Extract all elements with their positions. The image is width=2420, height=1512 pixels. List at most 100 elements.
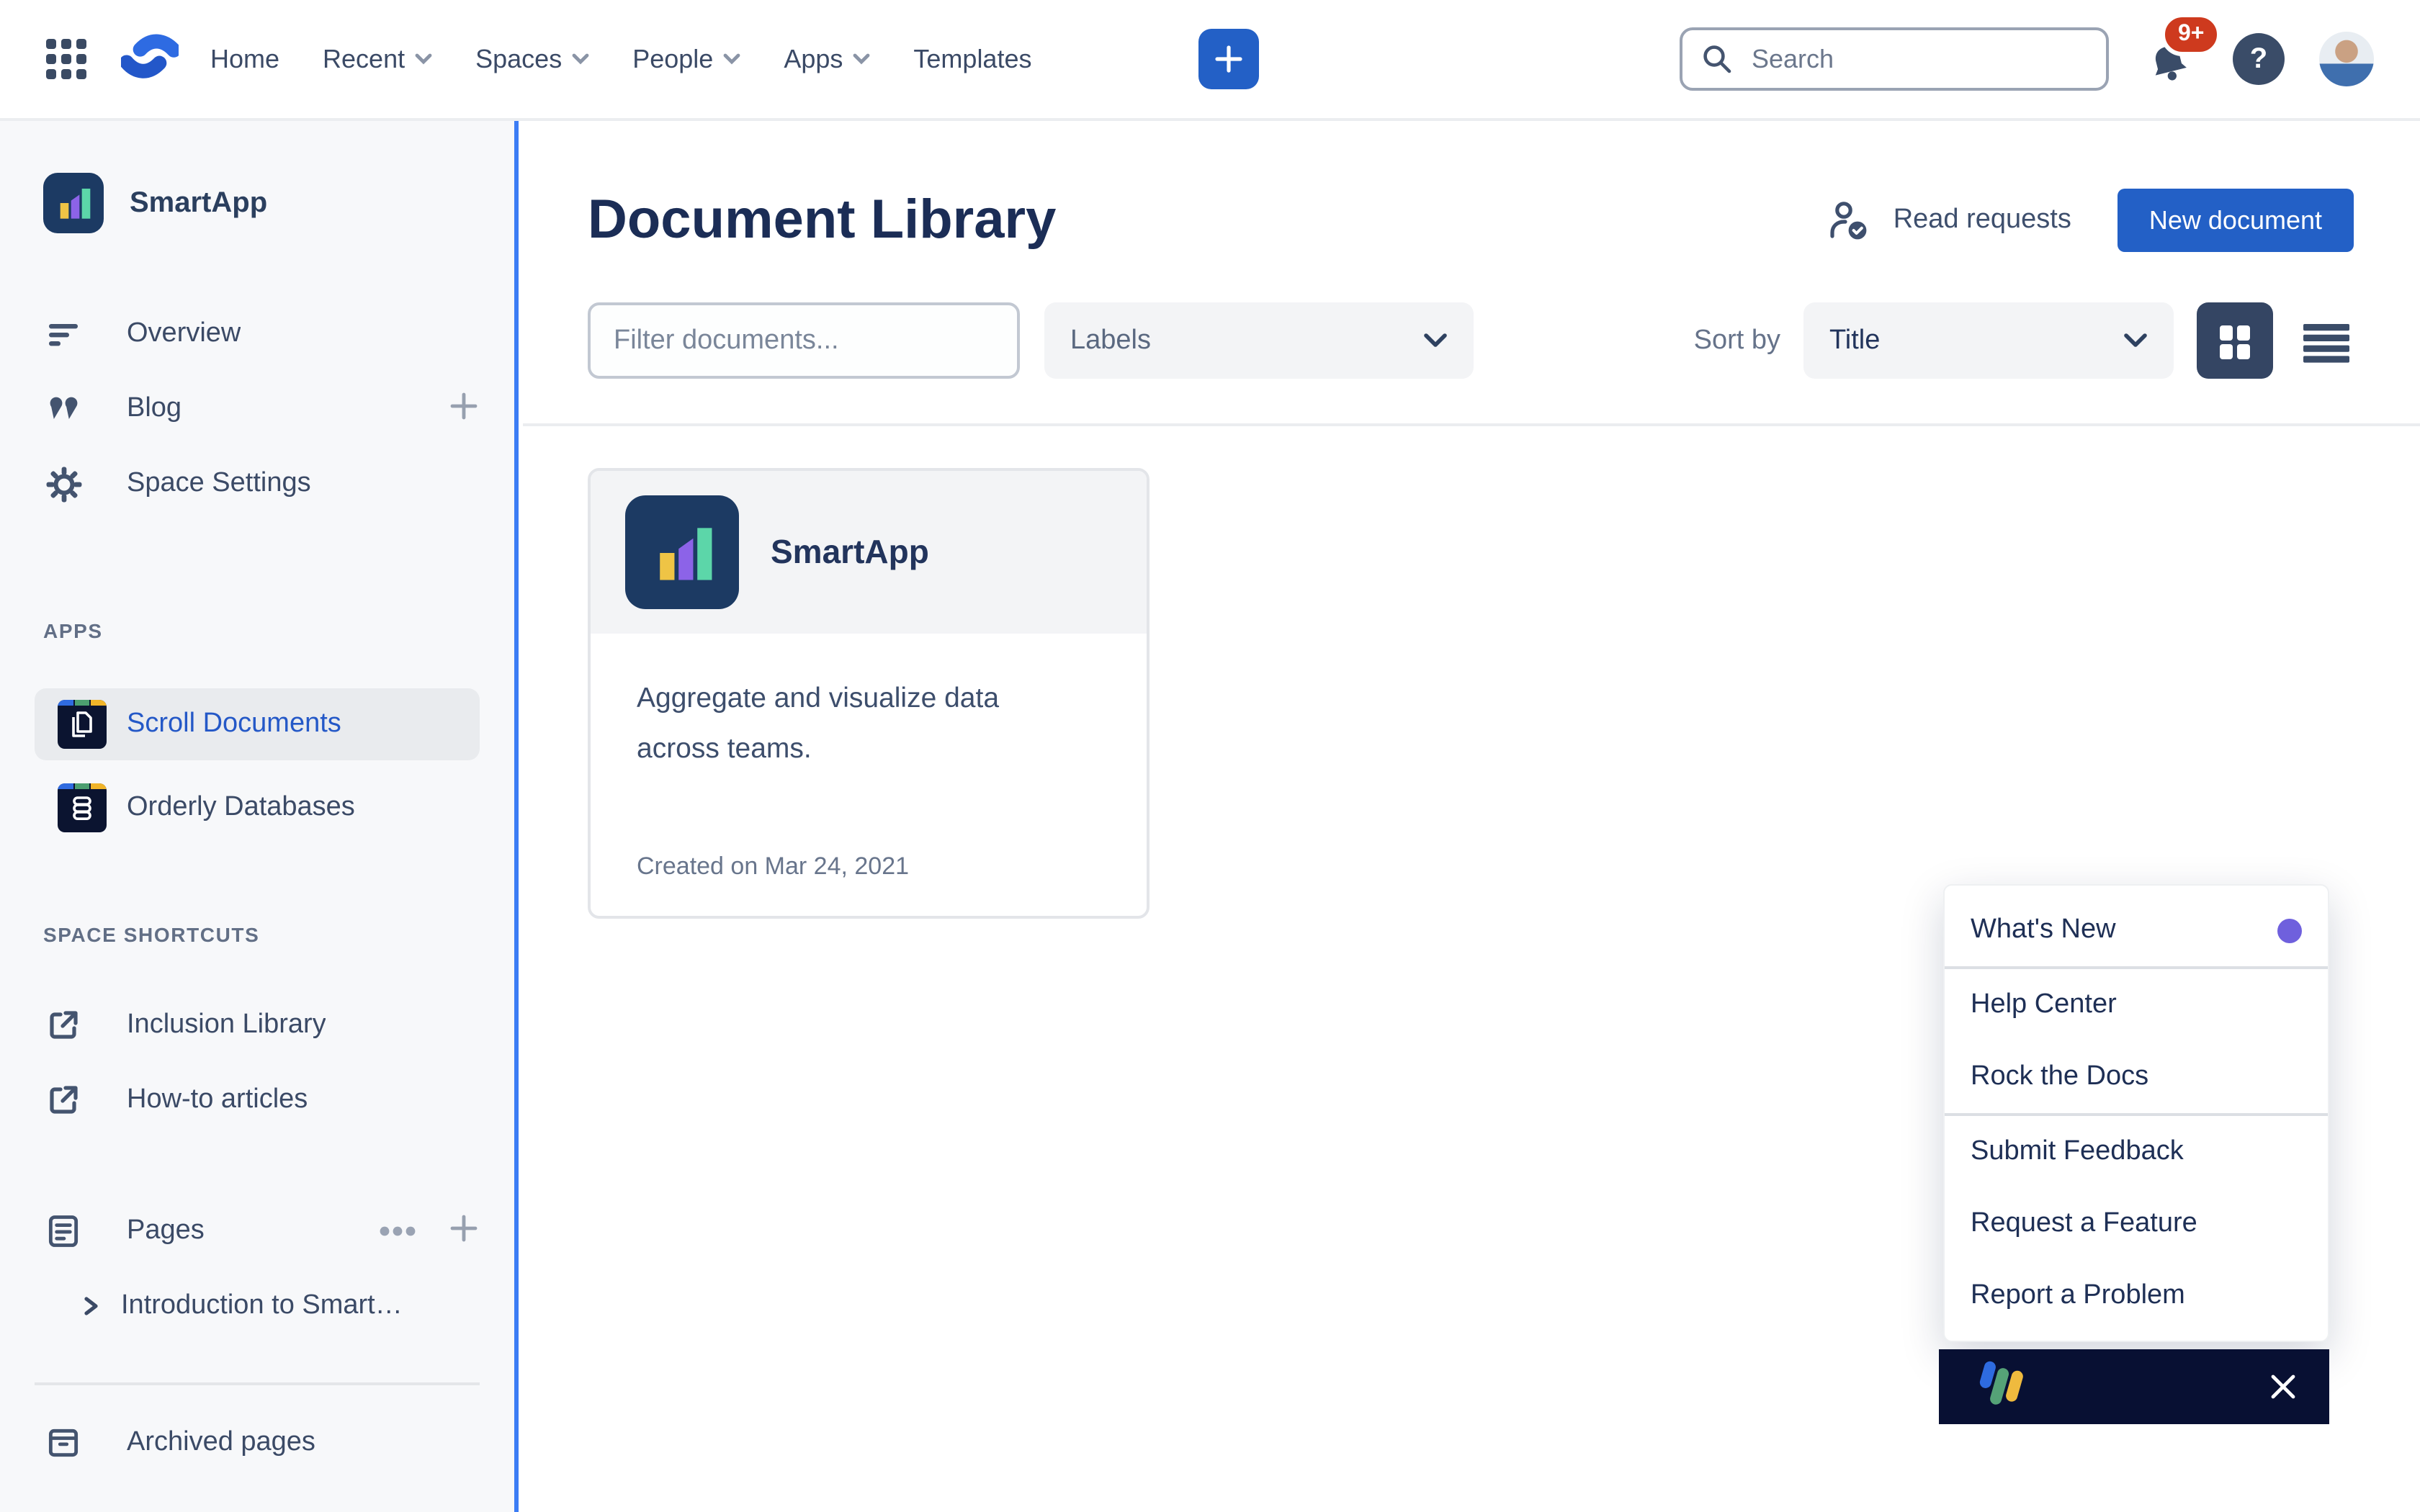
grid-view-icon <box>2215 321 2254 360</box>
space-header[interactable]: SmartApp <box>0 121 514 233</box>
create-button[interactable] <box>1199 29 1260 89</box>
sidebar-item-label: Scroll Documents <box>127 708 341 740</box>
sidebar-item-label: Overview <box>127 318 241 350</box>
sidebar-item-label: Orderly Databases <box>127 792 355 824</box>
page-title: Document Library <box>588 184 1056 256</box>
sort-select[interactable]: Title <box>1803 302 2174 379</box>
new-document-button[interactable]: New document <box>2118 189 2354 252</box>
sidebar-item-how-to-articles[interactable]: How-to articles <box>0 1063 514 1138</box>
space-shortcuts-heading: SPACE SHORTCUTS <box>43 923 480 946</box>
nav-recent[interactable]: Recent <box>323 44 432 74</box>
menu-item-submit-feedback[interactable]: Submit Feedback <box>1945 1116 2328 1188</box>
pages-more-button[interactable] <box>379 1218 416 1244</box>
pages-section: Pages Introduction to Smart… <box>0 1194 514 1344</box>
notification-badge: 9+ <box>2161 13 2222 55</box>
menu-item-rock-the-docs[interactable]: Rock the Docs <box>1945 1041 2328 1113</box>
search-icon <box>1700 42 1734 76</box>
chevron-down-icon <box>415 53 432 65</box>
read-requests-button[interactable]: Read requests <box>1827 199 2071 242</box>
labels-filter-select[interactable]: Labels <box>1044 302 1474 379</box>
add-page-button[interactable] <box>448 1212 480 1251</box>
nav-templates[interactable]: Templates <box>913 44 1031 74</box>
menu-item-report-a-problem[interactable]: Report a Problem <box>1945 1260 2328 1332</box>
nav-spaces[interactable]: Spaces <box>475 44 589 74</box>
filter-documents-input[interactable] <box>588 302 1020 379</box>
sidebar-item-orderly-databases[interactable]: Orderly Databases <box>35 772 480 844</box>
labels-filter-label: Labels <box>1070 325 1151 356</box>
archive-box-icon <box>43 1424 84 1462</box>
user-avatar[interactable] <box>2319 32 2374 86</box>
document-card-header: SmartApp <box>591 471 1147 634</box>
filter-toolbar: Labels Sort by Title <box>588 302 2354 379</box>
search-input[interactable] <box>1749 42 2086 76</box>
plus-icon <box>448 1212 480 1243</box>
toolbar-divider <box>523 423 2420 426</box>
sidebar-item-introduction-page[interactable]: Introduction to Smart… <box>0 1269 514 1344</box>
menu-item-label: What's New <box>1971 914 2116 946</box>
apps-section-heading: APPS <box>43 619 480 642</box>
external-link-icon <box>43 1081 84 1119</box>
person-check-icon <box>1827 199 1873 242</box>
orderly-databases-icon <box>58 783 107 832</box>
chevron-down-icon <box>1423 333 1448 348</box>
quote-icon <box>43 390 84 428</box>
help-popup-menu: What's New Help Center Rock the Docs Sub… <box>1943 884 2329 1342</box>
menu-item-label: Request a Feature <box>1971 1208 2197 1240</box>
plus-icon <box>1214 43 1245 75</box>
sort-by-label: Sort by <box>1694 325 1780 356</box>
nav-home[interactable]: Home <box>210 44 279 74</box>
grid-view-toggle[interactable] <box>2197 302 2273 379</box>
plus-icon <box>448 390 480 421</box>
document-card-title: SmartApp <box>771 533 929 572</box>
chevron-down-icon <box>853 53 870 65</box>
list-view-icon <box>2299 319 2354 362</box>
question-mark-icon: ? <box>2250 42 2267 76</box>
sidebar-item-inclusion-library[interactable]: Inclusion Library <box>0 988 514 1063</box>
sidebar-item-scroll-documents[interactable]: Scroll Documents <box>35 688 480 760</box>
ellipsis-icon <box>379 1225 416 1237</box>
document-card[interactable]: SmartApp Aggregate and visualize data ac… <box>588 468 1150 919</box>
nav-people[interactable]: People <box>632 44 740 74</box>
page-tree-item-label: Introduction to Smart… <box>121 1290 403 1322</box>
sidebar-item-pages[interactable]: Pages <box>0 1194 514 1269</box>
sidebar-item-archived-pages[interactable]: Archived pages <box>0 1405 514 1480</box>
list-view-toggle[interactable] <box>2299 319 2354 362</box>
app-switcher-icon[interactable] <box>43 36 89 82</box>
sidebar-item-label: Space Settings <box>127 468 311 500</box>
read-requests-label: Read requests <box>1894 204 2071 236</box>
notifications-button[interactable]: 9+ <box>2143 27 2201 91</box>
top-navigation-bar: Home Recent Spaces People Apps Templates <box>0 0 2420 121</box>
page-header: Document Library Read requests New docum… <box>523 121 2420 256</box>
menu-item-help-center[interactable]: Help Center <box>1945 969 2328 1041</box>
nav-apps[interactable]: Apps <box>784 44 870 74</box>
menu-item-label: Rock the Docs <box>1971 1061 2148 1093</box>
confluence-document-library-page: Home Recent Spaces People Apps Templates <box>0 0 2420 1512</box>
sidebar-item-overview[interactable]: Overview <box>0 297 514 372</box>
sidebar-item-blog[interactable]: Blog <box>0 372 514 446</box>
sidebar-divider <box>35 1382 480 1385</box>
help-button[interactable]: ? <box>2233 33 2285 85</box>
page-icon <box>43 1212 84 1250</box>
add-blog-button[interactable] <box>448 390 480 428</box>
sidebar-item-label: Archived pages <box>127 1427 315 1459</box>
chevron-right-icon[interactable] <box>81 1295 101 1318</box>
space-logo-icon <box>43 173 104 233</box>
space-shortcuts: Inclusion Library How-to articles <box>0 988 514 1138</box>
confluence-logo-icon[interactable] <box>121 30 179 88</box>
chevron-down-icon <box>572 53 589 65</box>
external-link-icon <box>43 1007 84 1044</box>
search-box[interactable] <box>1680 27 2109 91</box>
space-name: SmartApp <box>130 186 267 220</box>
menu-item-label: Submit Feedback <box>1971 1136 2184 1168</box>
menu-item-request-a-feature[interactable]: Request a Feature <box>1945 1188 2328 1260</box>
close-icon <box>2266 1369 2300 1404</box>
primary-nav: Home Recent Spaces People Apps Templates <box>210 44 1075 74</box>
menu-item-whats-new[interactable]: What's New <box>1945 894 2328 966</box>
document-card-body: Aggregate and visualize data across team… <box>591 634 1147 916</box>
banner-close-button[interactable] <box>2266 1369 2300 1404</box>
menu-item-label: Help Center <box>1971 989 2117 1021</box>
sidebar-item-label: Pages <box>127 1215 205 1247</box>
overview-icon <box>43 315 84 353</box>
vendor-banner <box>1939 1349 2329 1424</box>
sidebar-item-space-settings[interactable]: Space Settings <box>0 446 514 521</box>
